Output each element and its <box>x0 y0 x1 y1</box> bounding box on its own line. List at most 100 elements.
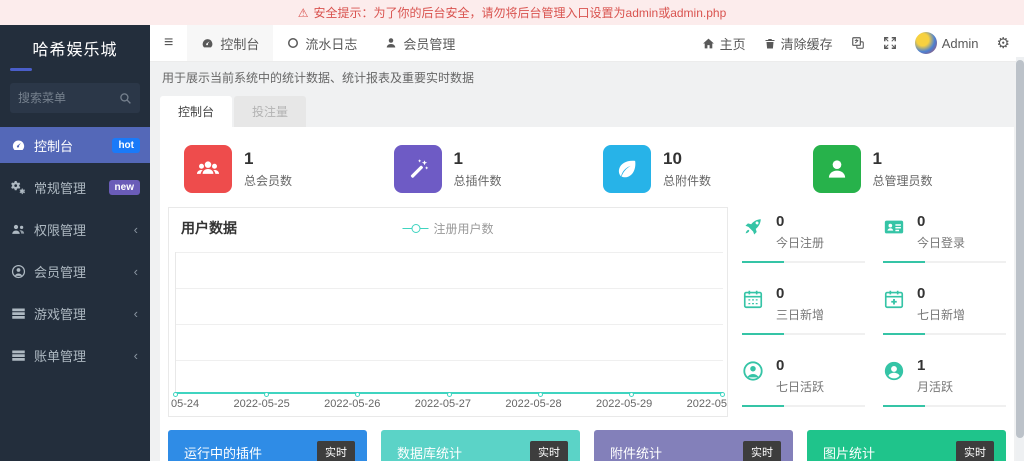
dashboard-icon <box>201 37 214 50</box>
data-point <box>173 392 178 397</box>
sidebar-item-general[interactable]: 常规管理 new <box>0 169 150 205</box>
side-stat-label: 七日活跃 <box>776 378 824 395</box>
stat-value: 1 <box>244 149 292 169</box>
warning-icon: ⚠ <box>298 6 309 20</box>
panel-title: 附件统计 <box>610 443 662 461</box>
menu-search-box[interactable] <box>10 83 140 113</box>
stat-divider <box>742 261 865 263</box>
data-point <box>264 392 269 397</box>
user-data-chart: 用户数据 注册用户数 <box>168 207 728 417</box>
stat-value: 1 <box>873 149 933 169</box>
nav-tab-dashboard[interactable]: 控制台 <box>187 25 273 61</box>
side-stat-value: 0 <box>917 285 965 302</box>
panel-image-stats[interactable]: 图片统计 实时 <box>807 430 1006 461</box>
side-stat-value: 0 <box>776 357 824 374</box>
sidebar-accent-dash <box>10 68 32 71</box>
nav-tab-label: 控制台 <box>220 34 259 53</box>
sidebar-item-dashboard[interactable]: 控制台 hot <box>0 127 150 163</box>
chevron-left-icon: ‹ <box>134 222 140 237</box>
user-circle-icon <box>10 264 26 279</box>
rocket-icon <box>742 216 764 238</box>
search-icon <box>119 92 132 105</box>
chart-legend-item[interactable]: 注册用户数 <box>402 220 493 237</box>
chart-plot-area <box>175 252 723 394</box>
panel-running-plugins[interactable]: 运行中的插件 实时 <box>168 430 367 461</box>
hot-badge: hot <box>112 138 140 153</box>
sidebar-item-members[interactable]: 会员管理 ‹ <box>0 253 150 289</box>
x-tick: 2022-05-26 <box>324 398 380 410</box>
user-circle-icon <box>742 360 764 382</box>
nav-tab-members[interactable]: 会员管理 <box>371 25 469 61</box>
sidebar-item-bills[interactable]: 账单管理 ‹ <box>0 337 150 373</box>
stat-label: 总插件数 <box>454 172 502 189</box>
sidebar-item-label: 常规管理 <box>34 178 101 197</box>
tab-bet-volume[interactable]: 投注量 <box>234 96 306 127</box>
dashboard-icon <box>10 138 26 153</box>
tab-dashboard[interactable]: 控制台 <box>160 96 232 127</box>
person-icon <box>813 145 861 193</box>
settings-gear-icon[interactable]: ⚙ <box>997 34 1010 52</box>
side-stat-label: 今日登录 <box>917 234 965 251</box>
nav-tab-flow-log[interactable]: 流水日志 <box>273 25 371 61</box>
bottom-panels-row: 运行中的插件 实时 数据库统计 实时 附件统计 实时 图片统计 实时 <box>168 430 1006 461</box>
chevron-left-icon: ‹ <box>134 348 140 363</box>
stat-label: 总附件数 <box>663 172 711 189</box>
home-button[interactable]: 主页 <box>702 34 746 53</box>
sidebar-item-label: 会员管理 <box>34 262 126 281</box>
home-icon <box>702 37 715 50</box>
x-tick: 2022-05-29 <box>596 398 652 410</box>
security-warning-banner: ⚠ 安全提示：为了你的后台安全，请勿将后台管理入口设置为admin或admin.… <box>0 0 1024 25</box>
panel-database-stats[interactable]: 数据库统计 实时 <box>381 430 580 461</box>
panel-title: 数据库统计 <box>397 443 462 461</box>
stat-card-members: 1 总会员数 <box>168 137 378 207</box>
stat-divider <box>742 333 865 335</box>
data-point <box>447 392 452 397</box>
data-point <box>629 392 634 397</box>
sidebar-item-permissions[interactable]: 权限管理 ‹ <box>0 211 150 247</box>
gears-icon <box>10 180 26 195</box>
side-stat-seven-day-active: 0 七日活跃 <box>742 351 865 417</box>
user-menu[interactable]: Admin <box>915 32 979 54</box>
stat-card-plugins: 1 总插件数 <box>378 137 588 207</box>
side-stat-value: 0 <box>776 285 824 302</box>
warning-text: 安全提示：为了你的后台安全，请勿将后台管理入口设置为admin或admin.ph… <box>314 4 727 21</box>
calendar-icon <box>742 288 764 310</box>
sidebar-item-label: 游戏管理 <box>34 304 126 323</box>
clear-cache-button[interactable]: 清除缓存 <box>764 34 833 53</box>
chevron-left-icon: ‹ <box>134 306 140 321</box>
sidebar-item-games[interactable]: 游戏管理 ‹ <box>0 295 150 331</box>
sidebar-item-label: 控制台 <box>34 136 104 155</box>
stat-value: 1 <box>454 149 502 169</box>
side-stat-month-active: 1 月活跃 <box>883 351 1006 417</box>
stat-divider <box>883 405 1006 407</box>
realtime-badge: 实时 <box>317 441 355 461</box>
x-tick: 2022-05-27 <box>415 398 471 410</box>
stat-divider <box>742 405 865 407</box>
search-input[interactable] <box>18 91 119 105</box>
side-stat-value: 1 <box>917 357 953 374</box>
user-circle-filled-icon <box>883 360 905 382</box>
table-icon <box>10 348 26 363</box>
legend-marker-icon <box>402 228 428 229</box>
language-icon[interactable] <box>851 36 865 50</box>
stat-divider <box>883 333 1006 335</box>
realtime-badge: 实时 <box>956 441 994 461</box>
app-title: 哈希娱乐城 <box>0 25 150 66</box>
stat-label: 总会员数 <box>244 172 292 189</box>
new-badge: new <box>109 180 140 195</box>
nav-tab-label: 会员管理 <box>403 34 455 53</box>
side-stat-today-register: 0 今日注册 <box>742 207 865 273</box>
scrollbar-thumb[interactable] <box>1016 60 1024 438</box>
nav-tab-label: 流水日志 <box>305 34 357 53</box>
leaf-icon <box>603 145 651 193</box>
page-description: 用于展示当前系统中的统计数据、统计报表及重要实时数据 <box>150 62 1024 90</box>
side-stat-label: 今日注册 <box>776 234 824 251</box>
magic-wand-icon <box>394 145 442 193</box>
home-label: 主页 <box>720 34 746 53</box>
avatar <box>915 32 937 54</box>
hamburger-menu-icon[interactable]: ≡ <box>150 34 187 52</box>
content-tabs: 控制台 投注量 <box>150 90 1024 127</box>
username: Admin <box>942 36 979 51</box>
fullscreen-icon[interactable] <box>883 36 897 50</box>
panel-attachment-stats[interactable]: 附件统计 实时 <box>594 430 793 461</box>
